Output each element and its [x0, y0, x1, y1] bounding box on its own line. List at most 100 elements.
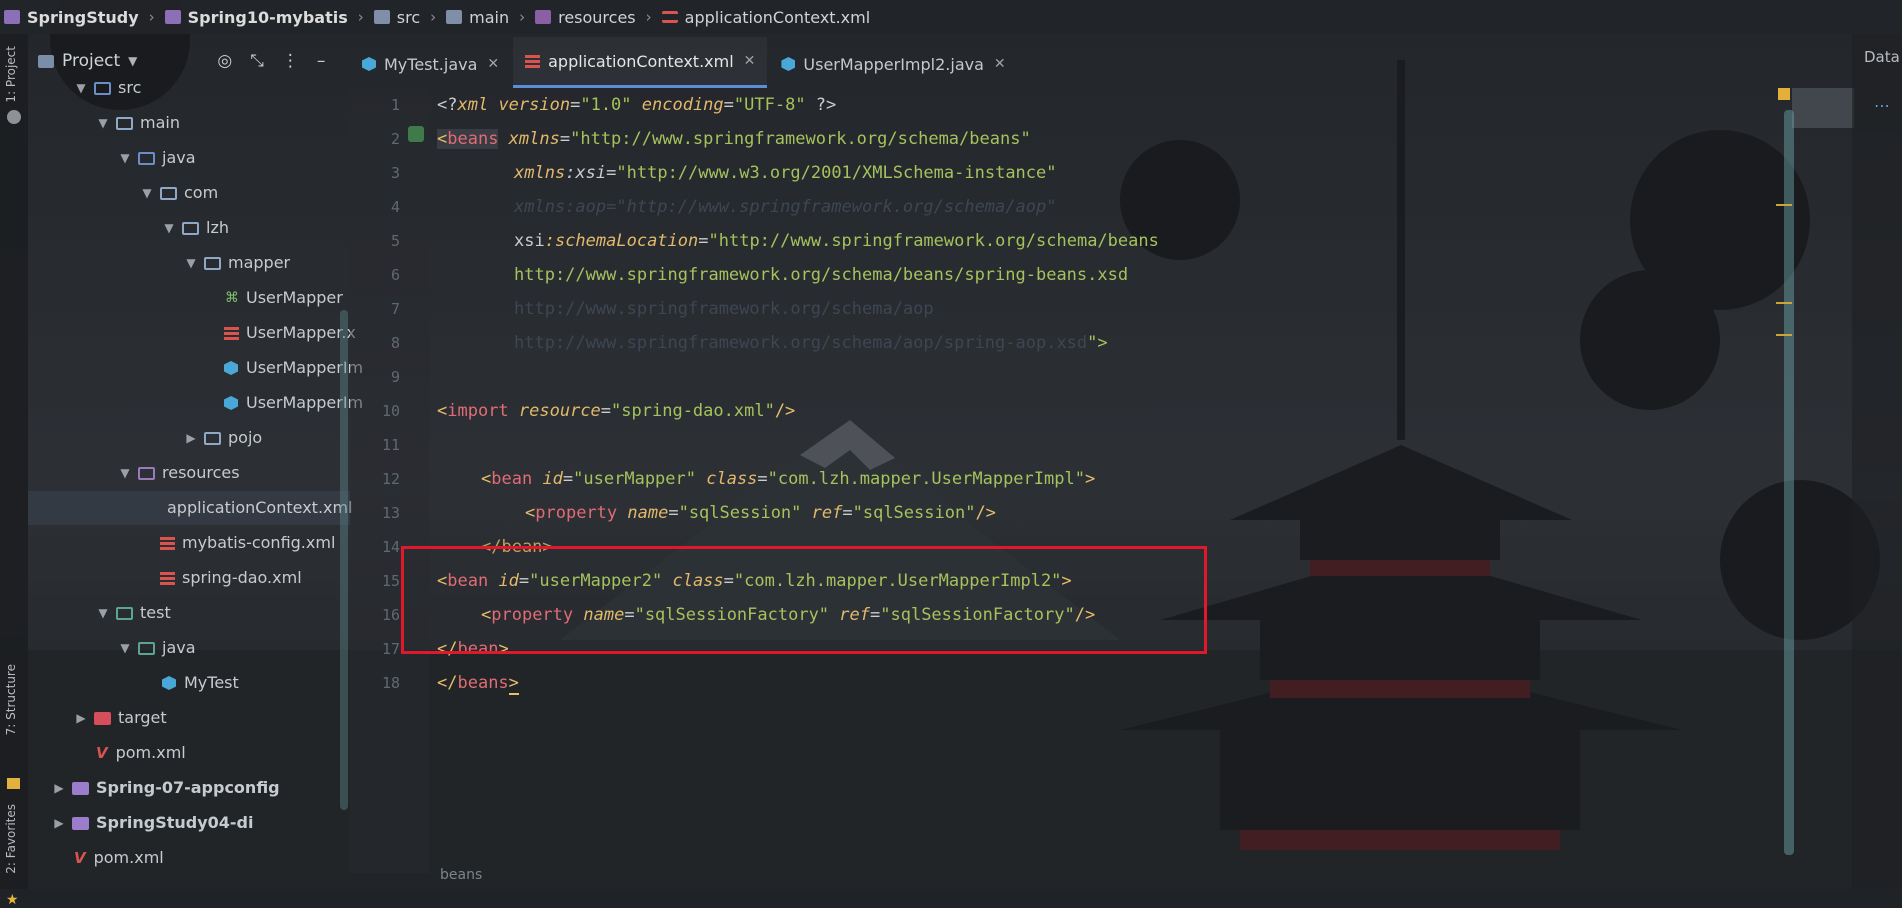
error-stripe-marker[interactable] — [1776, 204, 1792, 206]
source-folder-icon — [373, 10, 390, 24]
xml-file-icon — [661, 11, 678, 23]
tree-item-springstudy04-di[interactable]: ▶ SpringStudy04-di — [52, 806, 253, 840]
chevron-down-icon[interactable]: ▼ — [128, 54, 137, 68]
line-number: 18 — [381, 674, 400, 692]
breadcrumb-main[interactable]: main — [442, 8, 513, 27]
chevron-right-icon[interactable]: ▶ — [52, 771, 66, 805]
tree-item-java[interactable]: ▼ java — [118, 141, 195, 175]
xml-file-icon — [224, 326, 239, 340]
tree-item-spring-dao-xml[interactable]: spring-dao.xml — [160, 561, 302, 595]
editor-scrollbar[interactable] — [1784, 110, 1794, 855]
code-line-8: http://www.springframework.org/schema/ao… — [514, 333, 1108, 353]
chevron-down-icon[interactable]: ▼ — [118, 631, 132, 665]
code-line-12: <bean id="userMapper" class="com.lzh.map… — [481, 469, 1096, 489]
xml-file-icon — [525, 54, 541, 68]
spring-bean-gutter-icon[interactable] — [408, 126, 424, 142]
module-icon — [72, 816, 89, 830]
module-icon — [4, 10, 20, 24]
test-source-folder-icon — [138, 641, 155, 655]
java-class-icon — [162, 676, 176, 690]
breadcrumb-separator: › — [430, 8, 437, 26]
more-options-icon[interactable]: ⋮ — [282, 51, 299, 71]
tab-mytest-java[interactable]: MyTest.java ✕ — [350, 40, 511, 88]
project-icon — [38, 54, 54, 68]
more-icon[interactable]: ⋯ — [1874, 96, 1890, 115]
close-icon[interactable]: ✕ — [994, 56, 1006, 72]
chevron-right-icon[interactable]: ▶ — [52, 806, 66, 840]
line-number: 10 — [381, 402, 400, 420]
close-icon[interactable]: ✕ — [487, 56, 499, 72]
tab-usermapperimpl2-java[interactable]: UserMapperImpl2.java ✕ — [769, 40, 1017, 88]
tree-item-src[interactable]: ▼ src — [74, 71, 141, 105]
target-icon[interactable]: ◎ — [217, 51, 232, 71]
minimize-icon[interactable]: – — [317, 51, 326, 71]
package-icon — [204, 256, 221, 270]
breadcrumb-spring10-mybatis[interactable]: Spring10-mybatis — [161, 8, 352, 27]
inspection-warning-icon[interactable] — [1778, 88, 1790, 100]
breadcrumb-resources[interactable]: resources — [531, 8, 640, 27]
breadcrumb-applicationcontext[interactable]: applicationContext.xml — [658, 8, 875, 27]
excluded-folder-icon — [94, 711, 111, 725]
tree-item-mapper[interactable]: ▼ mapper — [184, 246, 290, 280]
plugin-icon[interactable] — [7, 110, 21, 124]
chevron-down-icon[interactable]: ▼ — [140, 176, 154, 210]
line-number: 12 — [381, 470, 400, 488]
tree-item-pom-xml[interactable]: Vpom.xml — [96, 736, 186, 770]
source-folder-icon — [94, 81, 111, 95]
resources-folder-icon — [138, 466, 155, 480]
project-tool-tab[interactable]: 1: Project — [4, 46, 18, 103]
line-number: 17 — [381, 640, 400, 658]
tree-item-root-pom-xml[interactable]: Vpom.xml — [74, 841, 164, 875]
error-stripe-marker[interactable] — [1776, 334, 1792, 336]
tree-item-spring-07-appconfig[interactable]: ▶ Spring-07-appconfig — [52, 771, 279, 805]
tree-item-target[interactable]: ▶ target — [74, 701, 166, 735]
tree-item-test[interactable]: ▼ test — [96, 596, 170, 630]
tree-item-com[interactable]: ▼ com — [140, 176, 218, 210]
java-class-icon — [781, 57, 796, 71]
tree-item-mybatis-config-xml[interactable]: mybatis-config.xml — [160, 526, 335, 560]
collapse-icon[interactable]: ⤡ — [250, 51, 264, 71]
chevron-right-icon[interactable]: ▶ — [74, 701, 88, 735]
project-panel-title[interactable]: Project — [62, 51, 120, 71]
structure-tool-tab[interactable]: 7: Structure — [4, 664, 18, 735]
code-minimap[interactable] — [1792, 88, 1854, 128]
editor-structure-breadcrumb[interactable]: beans — [350, 862, 1852, 889]
package-icon — [204, 431, 221, 445]
navigation-breadcrumb: SpringStudy › Spring10-mybatis › src › m… — [0, 0, 1902, 34]
tree-item-usermapper-interface[interactable]: ⌘ UserMapper — [224, 281, 343, 315]
line-number: 8 — [390, 334, 400, 352]
tab-applicationcontext-xml[interactable]: applicationContext.xml ✕ — [513, 37, 768, 88]
code-line-10: <import resource="spring-dao.xml"/> — [437, 401, 796, 421]
tree-item-pojo[interactable]: ▶ pojo — [184, 421, 262, 455]
line-number: 1 — [390, 96, 400, 114]
chevron-down-icon[interactable]: ▼ — [96, 106, 110, 140]
tree-item-mytest[interactable]: MyTest — [162, 666, 239, 700]
tree-item-applicationcontext-xml[interactable]: applicationContext.xml — [28, 491, 353, 525]
close-icon[interactable]: ✕ — [744, 53, 756, 69]
java-class-icon — [362, 57, 376, 71]
tree-item-resources[interactable]: ▼ resources — [118, 456, 239, 490]
breadcrumb-springstudy[interactable]: SpringStudy — [0, 8, 143, 27]
java-class-icon — [224, 361, 238, 375]
chevron-down-icon[interactable]: ▼ — [118, 141, 132, 175]
error-stripe-marker[interactable] — [1776, 302, 1792, 304]
tree-item-main[interactable]: ▼ main — [96, 106, 180, 140]
chevron-down-icon[interactable]: ▼ — [96, 596, 110, 630]
chevron-down-icon[interactable]: ▼ — [184, 246, 198, 280]
maven-icon: V — [74, 849, 86, 867]
chevron-down-icon[interactable]: ▼ — [162, 211, 176, 245]
left-tool-strip: 1: Project 7: Structure 2: Favorites ★ — [0, 34, 28, 908]
chevron-right-icon[interactable]: ▶ — [184, 421, 198, 455]
test-folder-icon — [116, 606, 133, 620]
tree-item-lzh[interactable]: ▼ lzh — [162, 211, 229, 245]
tree-scrollbar[interactable] — [340, 310, 348, 810]
tree-item-test-java[interactable]: ▼ java — [118, 631, 195, 665]
chevron-down-icon[interactable]: ▼ — [74, 71, 88, 105]
tree-item-usermapper-xml[interactable]: UserMapper.x — [224, 316, 356, 350]
line-number: 2 — [390, 130, 400, 148]
database-tool-tab[interactable]: Data — [1864, 48, 1900, 66]
favorites-tool-tab[interactable]: 2: Favorites — [4, 804, 18, 874]
chevron-down-icon[interactable]: ▼ — [118, 456, 132, 490]
breadcrumb-src[interactable]: src — [370, 8, 424, 27]
interface-icon: ⌘ — [225, 290, 239, 306]
